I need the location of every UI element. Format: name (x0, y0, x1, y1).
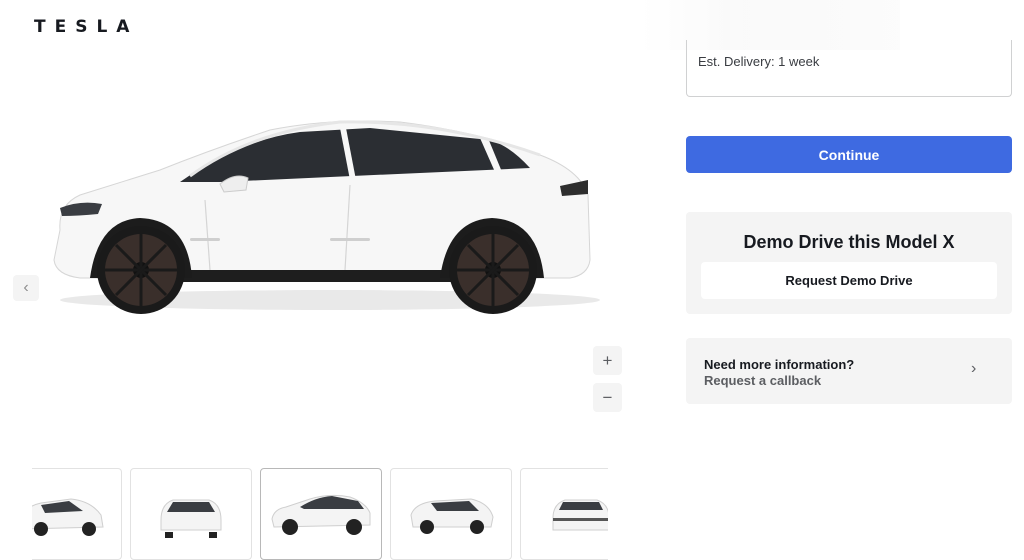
vehicle-side-image (53, 120, 600, 314)
request-callback-link[interactable]: Need more information? Request a callbac… (686, 338, 1012, 404)
delivery-estimate-box: Est. Delivery: 1 week (686, 40, 1012, 97)
info-subtext: Request a callback (704, 373, 822, 388)
zoom-in-button[interactable]: + (593, 346, 622, 375)
logo-wordmark: TESLA (34, 17, 139, 37)
delivery-estimate-text: Est. Delivery: 1 week (698, 54, 820, 69)
thumbnail-image (410, 498, 494, 534)
previous-image-button[interactable]: ‹ (13, 275, 39, 301)
info-heading: Need more information? (704, 357, 855, 372)
thumbnail-image (32, 498, 104, 536)
thumbnail-strip (32, 468, 608, 560)
request-demo-drive-button[interactable]: Request Demo Drive (701, 262, 997, 299)
thumbnail-side[interactable] (260, 468, 382, 560)
chevron-right-icon: › (971, 360, 977, 377)
thumbnail-rear-three-quarter[interactable] (390, 468, 512, 560)
chevron-left-icon: ‹ (23, 279, 29, 296)
thumbnail-front-three-quarter[interactable] (32, 468, 122, 560)
tesla-logo[interactable]: TESLA (34, 17, 139, 37)
plus-icon: + (602, 350, 613, 370)
thumbnail-image (271, 494, 371, 535)
thumbnail-image (160, 499, 222, 538)
demo-drive-title: Demo Drive this Model X (743, 232, 955, 252)
demo-drive-panel: Demo Drive this Model X Request Demo Dri… (686, 212, 1012, 314)
zoom-out-button[interactable]: − (593, 383, 622, 412)
thumbnail-rear[interactable] (520, 468, 608, 560)
thumbnail-front[interactable] (130, 468, 252, 560)
thumbnail-image (552, 499, 608, 531)
continue-button[interactable]: Continue (686, 136, 1012, 173)
minus-icon: − (602, 387, 613, 407)
vehicle-image-viewer: ‹ + − (0, 60, 640, 440)
